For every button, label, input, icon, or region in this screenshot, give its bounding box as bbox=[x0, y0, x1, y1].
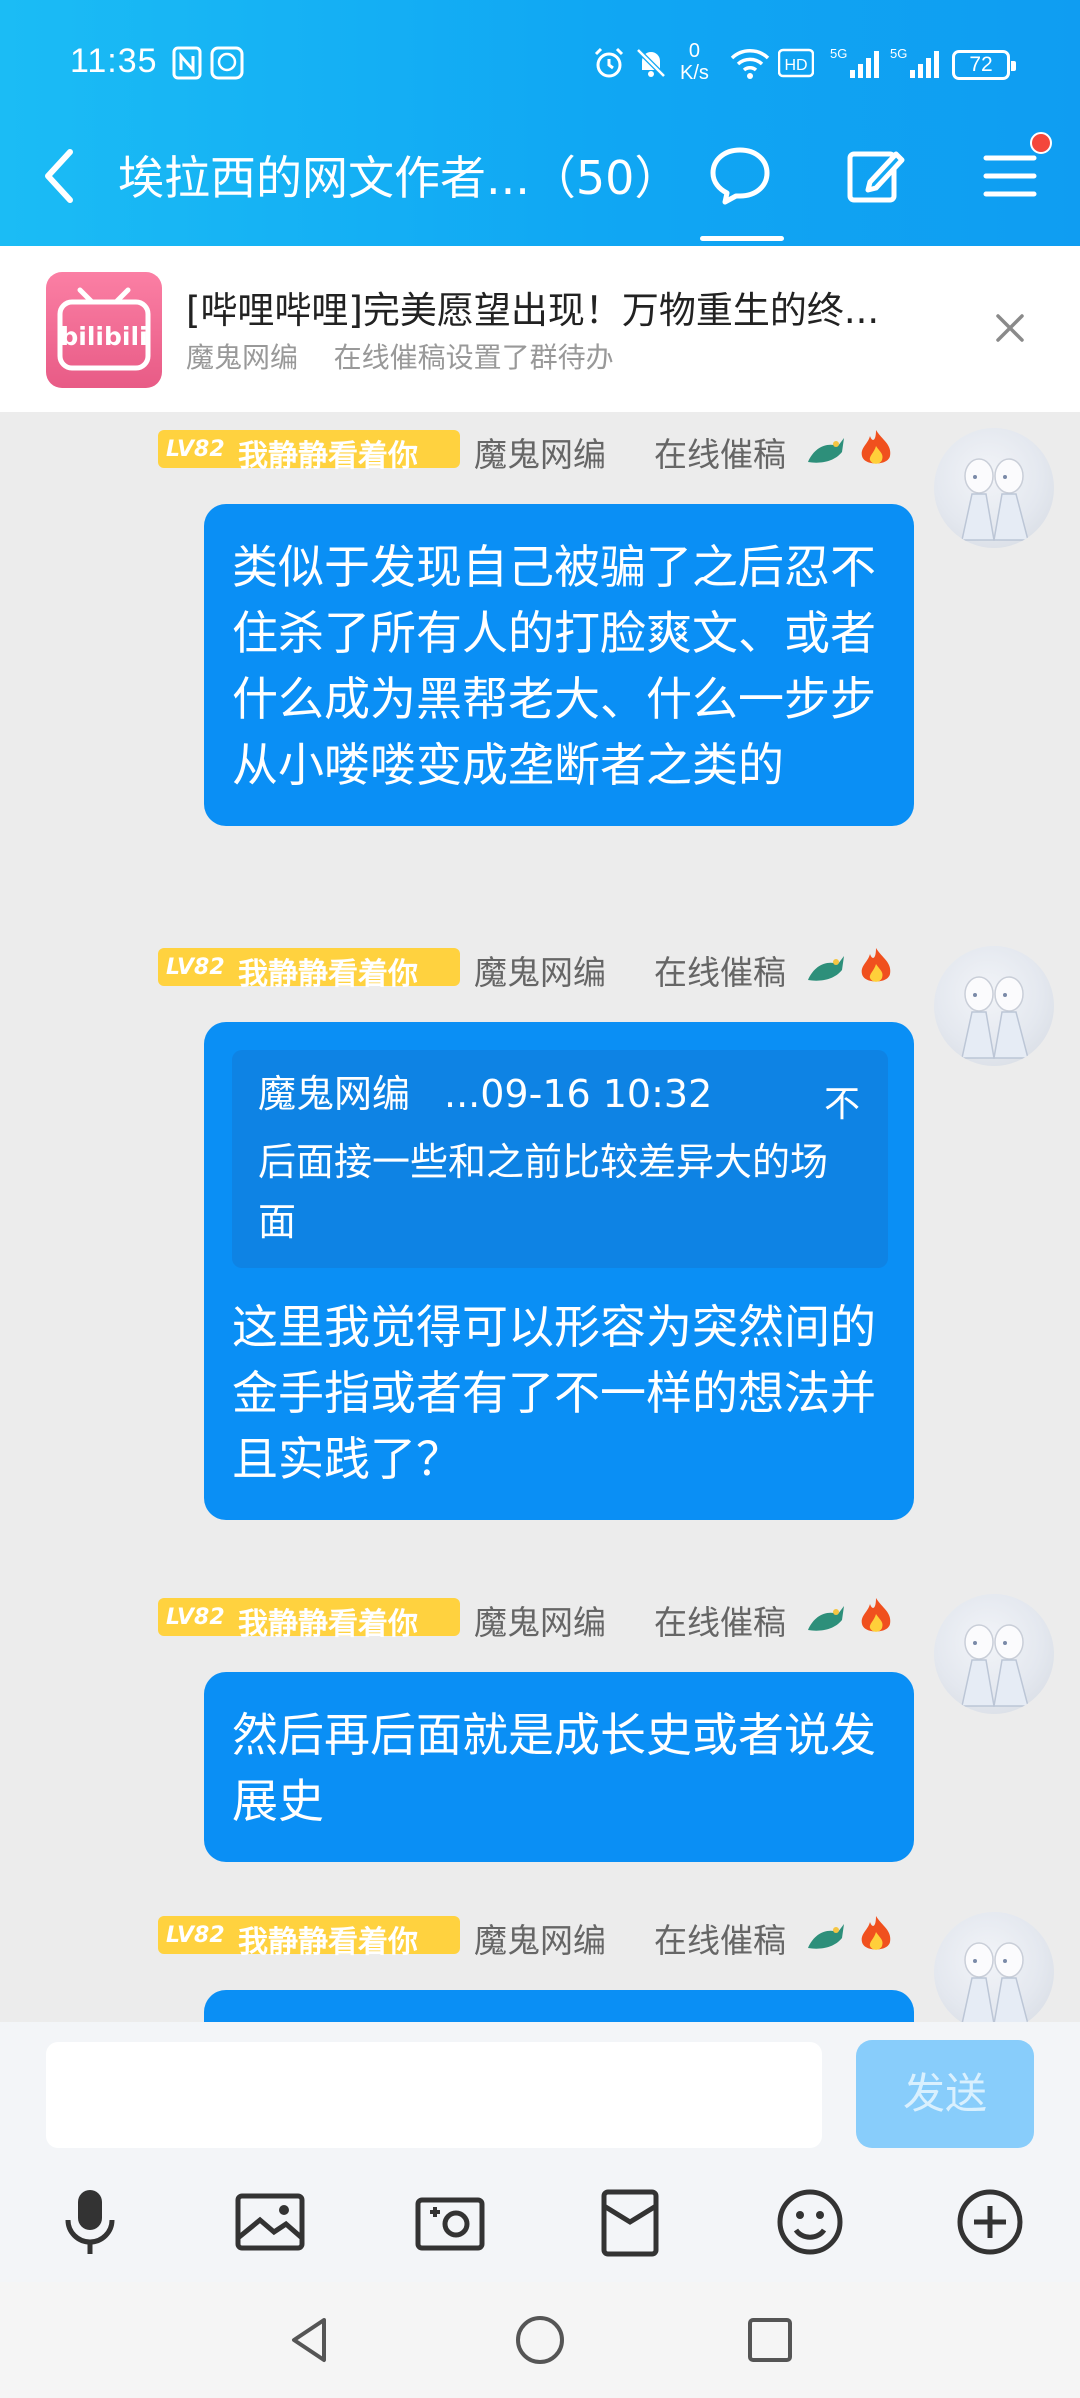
back-icon[interactable] bbox=[36, 144, 86, 208]
avatar[interactable] bbox=[934, 1594, 1054, 1714]
status-bar: 11:35 0 K/s HD 5G 5G 72 bbox=[0, 36, 1080, 96]
message-bubble[interactable]: 然后再后面就是成长史或者说发展史 bbox=[204, 1672, 914, 1862]
quoted-message[interactable]: 魔鬼网编 ...09-16 10:32 不 后面接一些和之前比较差异大的场面 bbox=[232, 1050, 888, 1268]
nav-recents-icon[interactable] bbox=[742, 2312, 798, 2368]
dragon-badge-icon bbox=[808, 1924, 844, 1949]
avatar[interactable] bbox=[934, 428, 1054, 548]
banner-subtitle: 魔鬼网编 在线催稿设置了群待办 bbox=[186, 336, 614, 376]
menu-icon[interactable] bbox=[978, 144, 1042, 208]
member-role: 在线催稿 bbox=[654, 1921, 786, 1960]
top-bar: 11:35 0 K/s HD 5G 5G 72 埃拉西的网文作者...（50） bbox=[0, 0, 1080, 246]
fire-badge-icon bbox=[861, 948, 891, 982]
signal-icon-1: 5G bbox=[830, 46, 879, 78]
member-title: 我静静看着你 bbox=[238, 957, 418, 992]
member-title: 我静静看着你 bbox=[238, 439, 418, 474]
image-icon[interactable] bbox=[230, 2182, 310, 2262]
avatar[interactable] bbox=[934, 1912, 1054, 2022]
active-tab-indicator bbox=[700, 236, 784, 241]
message-text: 这里我觉得可以形容为突然间的金手指或者有了不一样的想法并且实践了？ bbox=[232, 1300, 876, 1486]
bilibili-app-icon: bilibili bbox=[46, 272, 162, 388]
message-list[interactable]: LV82 我静静看着你 魔鬼网编 在线催稿 类似于发现自己被骗了之后忍不住杀了所… bbox=[0, 412, 1080, 2022]
input-bar: 发送 bbox=[0, 2022, 1080, 2282]
quote-sender: 魔鬼网编 bbox=[258, 1072, 411, 1116]
emoji-icon[interactable] bbox=[770, 2182, 850, 2262]
sender-name[interactable]: 魔鬼网编 bbox=[474, 1914, 606, 1962]
banner-sender: 魔鬼网编 bbox=[186, 341, 299, 374]
nfc-icon bbox=[172, 46, 202, 80]
battery-indicator: 72 bbox=[952, 50, 1016, 80]
camera-icon[interactable] bbox=[410, 2182, 490, 2262]
nav-back-icon[interactable] bbox=[282, 2312, 338, 2368]
messenger-icon bbox=[210, 46, 244, 80]
svg-text:5G: 5G bbox=[830, 46, 847, 61]
wifi-icon bbox=[730, 49, 770, 79]
system-navigation-bar bbox=[0, 2282, 1080, 2398]
level-badge: LV82 我静静看着你 bbox=[158, 430, 460, 474]
member-role: 在线催稿 bbox=[654, 435, 786, 474]
group-title[interactable]: 埃拉西的网文作者...（50） bbox=[118, 142, 680, 208]
plus-icon[interactable] bbox=[950, 2182, 1030, 2262]
edit-icon[interactable] bbox=[844, 144, 908, 208]
member-role: 在线催稿 bbox=[654, 953, 786, 992]
member-title: 我静静看着你 bbox=[238, 1925, 418, 1960]
close-icon[interactable] bbox=[990, 308, 1030, 348]
sender-name[interactable]: 魔鬼网编 bbox=[474, 946, 606, 994]
member-role: 在线催稿 bbox=[654, 1603, 786, 1642]
alarm-icon bbox=[594, 47, 624, 78]
banner-action: 在线催稿设置了群待办 bbox=[333, 341, 614, 374]
quote-text: 后面接一些和之前比较差异大的场面 bbox=[258, 1140, 829, 1244]
message-input[interactable] bbox=[46, 2042, 822, 2148]
sender-name[interactable]: 魔鬼网编 bbox=[474, 1596, 606, 1644]
banner-title: [哔哩哔哩]完美愿望出现！万物重生的终... bbox=[186, 289, 880, 332]
dragon-badge-icon bbox=[808, 956, 844, 981]
notification-dot bbox=[1030, 132, 1052, 154]
fire-badge-icon bbox=[861, 430, 891, 464]
svg-text:HD: HD bbox=[784, 57, 807, 74]
quote-more: 不 bbox=[823, 1084, 860, 1125]
net-speed: 0 K/s bbox=[680, 40, 709, 84]
level-badge: LV82 我静静看着你 bbox=[158, 948, 460, 992]
message-text: 然后再后面就是成长史或者说发展史 bbox=[232, 1708, 876, 1828]
send-button[interactable]: 发送 bbox=[856, 2040, 1034, 2148]
fire-badge-icon bbox=[861, 1598, 891, 1632]
status-time: 11:35 bbox=[70, 42, 158, 80]
sender-name[interactable]: 魔鬼网编 bbox=[474, 428, 606, 476]
message-bubble[interactable]: 魔鬼网编 ...09-16 10:32 不 后面接一些和之前比较差异大的场面 这里… bbox=[204, 1022, 914, 1520]
red-packet-icon[interactable] bbox=[590, 2182, 670, 2262]
message-bubble[interactable]: 类似于发现自己被骗了之后忍不住杀了所有人的打脸爽文、或者什么成为黑帮老大、什么一… bbox=[204, 504, 914, 826]
level-badge: LV82 我静静看着你 bbox=[158, 1598, 460, 1642]
member-title: 我静静看着你 bbox=[238, 1607, 418, 1642]
message-text: 类似于发现自己被骗了之后忍不住杀了所有人的打脸爽文、或者什么成为黑帮老大、什么一… bbox=[232, 540, 876, 792]
todo-banner[interactable]: bilibili [哔哩哔哩]完美愿望出现！万物重生的终... 魔鬼网编 在线催… bbox=[0, 246, 1080, 412]
dragon-badge-icon bbox=[808, 1606, 844, 1631]
hd-icon: HD bbox=[778, 48, 814, 78]
message-bubble[interactable] bbox=[204, 1990, 914, 2022]
avatar[interactable] bbox=[934, 946, 1054, 1066]
chat-header: 埃拉西的网文作者...（50） bbox=[0, 130, 1080, 220]
level-badge: LV82 我静静看着你 bbox=[158, 1916, 460, 1960]
dragon-badge-icon bbox=[808, 438, 844, 463]
quote-time: ...09-16 10:32 bbox=[444, 1072, 713, 1116]
chat-bubble-icon[interactable] bbox=[708, 144, 772, 208]
fire-badge-icon bbox=[861, 1916, 891, 1950]
svg-text:5G: 5G bbox=[890, 46, 907, 61]
svg-text:bilibili: bilibili bbox=[60, 322, 147, 351]
signal-icon-2: 5G bbox=[890, 46, 939, 78]
microphone-icon[interactable] bbox=[50, 2182, 130, 2262]
nav-home-icon[interactable] bbox=[512, 2312, 568, 2368]
mute-bell-icon bbox=[636, 48, 666, 78]
